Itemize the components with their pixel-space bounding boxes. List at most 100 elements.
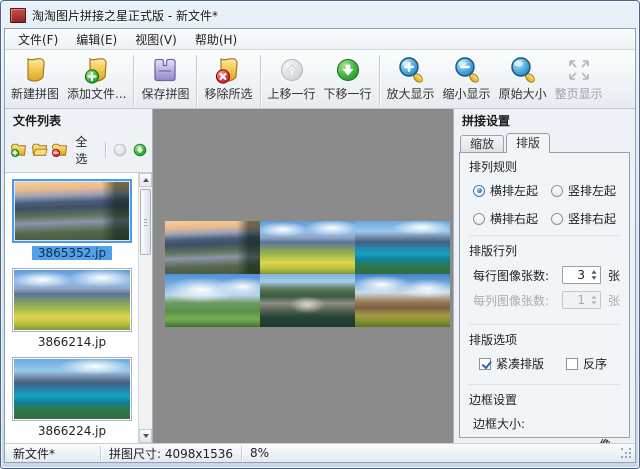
settings-tab-content: 排列规则 横排左起 竖排左起 横排右起 竖排右起 排版行列 每行图像张数: 3 … [459, 152, 630, 462]
move-row-up-button: 上移一行 [264, 53, 320, 102]
menu-edit[interactable]: 编辑(E) [67, 29, 126, 50]
move-up-icon [113, 143, 127, 157]
spinner-arrows [589, 295, 600, 305]
collage-cell[interactable] [355, 221, 450, 274]
open-folder-button[interactable] [30, 140, 48, 160]
collage-cell[interactable] [260, 221, 355, 274]
add-file-button[interactable]: 添加文件... [63, 53, 130, 102]
radio-horizontal-left[interactable]: 横排左起 [473, 182, 551, 199]
triangle-up-icon [142, 178, 149, 182]
new-collage-button[interactable]: 新建拼图 [7, 53, 63, 102]
file-item[interactable]: 3865352.jp [12, 179, 132, 260]
file-item[interactable]: 3866224.jp [12, 357, 132, 438]
unit-label: 张 [607, 293, 620, 308]
toolbar-button-label: 移除所选 [204, 87, 253, 101]
toolbar-button-label: 下移一行 [323, 87, 372, 101]
images-per-row-label: 每行图像张数: [473, 268, 550, 283]
menu-view[interactable]: 视图(V) [126, 29, 186, 50]
images-per-col-label: 每列图像张数: [473, 293, 550, 308]
zoom-out-button[interactable]: 缩小显示 [439, 53, 495, 102]
add-file-folder-button[interactable] [10, 140, 27, 160]
spin-down-icon[interactable] [591, 276, 598, 280]
scrollbar-thumb[interactable] [140, 189, 151, 255]
remove-selected-icon [212, 54, 244, 86]
menu-file[interactable]: 文件(F) [9, 29, 67, 50]
file-item[interactable]: 3866214.jp [12, 268, 132, 349]
photo-thumbnail-ocean-coast [14, 359, 130, 419]
radio-label: 竖排左起 [568, 184, 617, 198]
photo-thumbnail-mountain-sunset [15, 182, 129, 240]
file-name-label: 3865352.jp [12, 246, 132, 260]
toolbar-button-label: 新建拼图 [11, 87, 60, 101]
zoom-in-button[interactable]: 放大显示 [383, 53, 439, 102]
file-list-panel: 文件列表 全选 3865352.jp 3866214.jp 3866224.jp [5, 109, 153, 443]
images-per-col-spinner: 1 [562, 291, 601, 309]
move-file-up-button [111, 140, 128, 160]
toolbar-separator [196, 55, 198, 106]
radio-label: 竖排右起 [568, 212, 617, 226]
group-title: 排列规则 [469, 160, 518, 174]
collage-canvas [153, 109, 454, 443]
file-thumbnail[interactable] [12, 179, 132, 243]
resize-grip-icon[interactable] [621, 448, 632, 459]
checkbox-icon [479, 357, 491, 370]
checkbox-label: 反序 [583, 357, 608, 371]
move-row-up-icon [276, 54, 308, 86]
tab-scale[interactable]: 缩放 [460, 135, 505, 152]
radio-vertical-left[interactable]: 竖排左起 [551, 182, 620, 199]
spinner-value: 3 [577, 268, 585, 282]
layout-options-group: 排版选项 紧凑排版 反序 [469, 324, 620, 376]
app-icon [10, 7, 26, 23]
collage-cell[interactable] [165, 274, 260, 327]
zoom-out-icon [451, 54, 483, 86]
move-file-down-button[interactable] [132, 140, 149, 160]
images-per-row-spinner[interactable]: 3 [562, 266, 601, 284]
remove-file-folder-icon [52, 143, 68, 157]
add-file-folder-icon [11, 143, 27, 157]
scrollbar-up-button[interactable] [139, 173, 152, 187]
move-row-down-button[interactable]: 下移一行 [320, 53, 376, 102]
radio-label: 横排右起 [490, 212, 539, 226]
compact-layout-checkbox[interactable]: 紧凑排版 [479, 355, 544, 372]
file-list-toolbar: 全选 [5, 130, 152, 172]
spin-up-icon[interactable] [591, 270, 598, 274]
toolbar-button-label: 保存拼图 [141, 87, 190, 101]
new-collage-icon [19, 54, 51, 86]
original-size-button[interactable]: 原始大小 [495, 53, 551, 102]
title-bar[interactable]: 淘淘图片拼接之星正式版 - 新文件* [2, 2, 638, 28]
radio-vertical-right[interactable]: 竖排右起 [551, 210, 620, 227]
file-thumbnail[interactable] [12, 357, 132, 421]
select-all-button[interactable]: 全选 [71, 132, 100, 168]
file-list-title: 文件列表 [13, 114, 62, 128]
save-collage-button[interactable]: 保存拼图 [137, 53, 193, 102]
original-size-icon [507, 54, 539, 86]
file-name-label: 3866214.jp [37, 335, 107, 349]
settings-panel-title: 拼接设置 [462, 114, 511, 128]
settings-panel: 拼接设置 缩放 排版 排列规则 横排左起 竖排左起 横排右起 竖排右起 排版行列… [454, 109, 635, 462]
save-collage-icon [149, 54, 181, 86]
toolbar: 新建拼图 添加文件... 保存拼图 移除所选 上移一行 下移一行 放大显示 缩小… [5, 50, 635, 109]
collage-cell[interactable] [165, 221, 260, 274]
checkbox-label: 紧凑排版 [496, 357, 545, 371]
collage-cell[interactable] [355, 274, 450, 327]
move-down-icon [134, 143, 147, 157]
collage-cell[interactable] [260, 274, 355, 327]
toolbar-separator [259, 55, 261, 106]
rowcol-group: 排版行列 每行图像张数: 3 张 每列图像张数: 1 张 [469, 235, 620, 316]
file-thumbnail[interactable] [12, 268, 132, 332]
tab-layout[interactable]: 排版 [506, 133, 551, 153]
group-title: 边框设置 [469, 393, 518, 407]
menu-help[interactable]: 帮助(H) [186, 29, 246, 50]
reverse-order-checkbox[interactable]: 反序 [566, 355, 607, 372]
status-bar: 新文件* 拼图尺寸: 4098x1536 8% [5, 443, 635, 462]
spinner-arrows[interactable] [589, 270, 600, 280]
toolbar-button-label: 缩小显示 [442, 87, 491, 101]
menu-bar: 文件(F) 编辑(E) 视图(V) 帮助(H) [5, 29, 635, 50]
remove-selected-button[interactable]: 移除所选 [200, 53, 256, 102]
remove-file-folder-button[interactable] [51, 140, 68, 160]
radio-horizontal-right[interactable]: 横排右起 [473, 210, 551, 227]
status-file-name: 新文件* [13, 446, 56, 461]
scrollbar-down-button[interactable] [139, 429, 152, 443]
file-list-scrollbar[interactable] [138, 173, 152, 443]
group-title: 排版行列 [469, 244, 518, 258]
